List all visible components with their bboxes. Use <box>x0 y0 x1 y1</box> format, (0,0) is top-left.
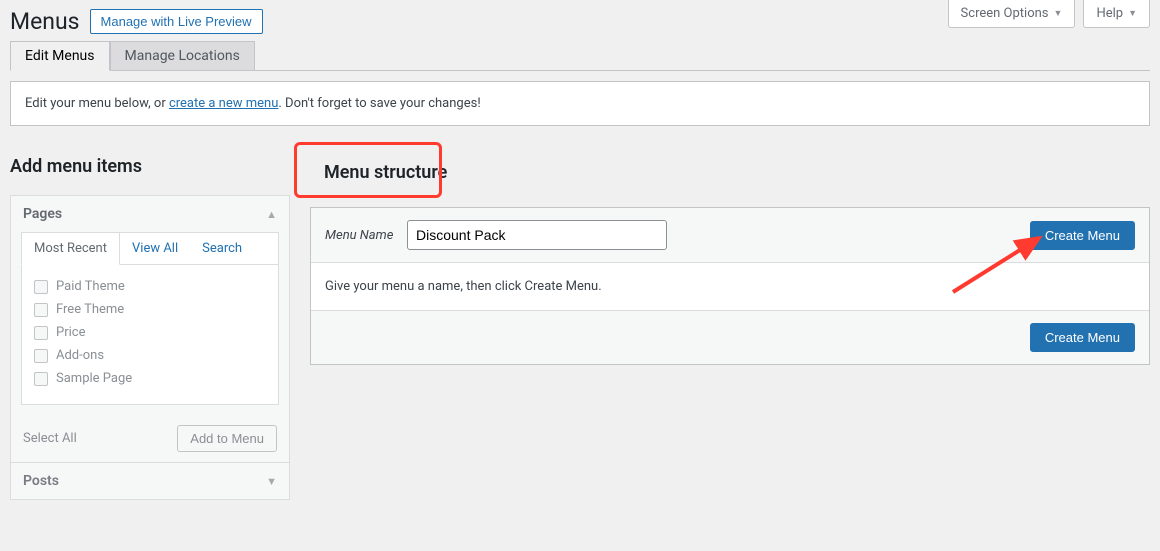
edit-notice: Edit your menu below, or create a new me… <box>10 81 1150 126</box>
list-item[interactable]: Paid Theme <box>34 275 266 298</box>
screen-options-label: Screen Options <box>961 6 1049 21</box>
notice-suffix: . Don't forget to save your changes! <box>278 96 480 111</box>
checkbox[interactable] <box>34 326 48 340</box>
chevron-down-icon: ▼ <box>1128 8 1137 19</box>
menu-structure-heading: Menu structure <box>310 156 1150 189</box>
checkbox[interactable] <box>34 349 48 363</box>
page-item-label: Sample Page <box>56 371 132 386</box>
subtab-view-all[interactable]: View All <box>120 233 190 264</box>
checkbox[interactable] <box>34 372 48 386</box>
posts-metabox-toggle[interactable]: Posts ▼ <box>11 463 289 499</box>
create-new-menu-link[interactable]: create a new menu <box>169 96 278 111</box>
chevron-down-icon: ▼ <box>1054 8 1063 19</box>
posts-metabox: Posts ▼ <box>10 463 290 500</box>
page-item-label: Paid Theme <box>56 279 125 294</box>
checkbox[interactable] <box>34 303 48 317</box>
chevron-up-icon: ▲ <box>266 208 277 221</box>
page-item-label: Add-ons <box>56 348 104 363</box>
checkbox[interactable] <box>34 280 48 294</box>
list-item[interactable]: Free Theme <box>34 298 266 321</box>
pages-metabox-title: Pages <box>23 206 62 222</box>
chevron-down-icon: ▼ <box>266 475 277 488</box>
list-item[interactable]: Sample Page <box>34 367 266 390</box>
add-menu-items-heading: Add menu items <box>10 156 290 177</box>
live-preview-button[interactable]: Manage with Live Preview <box>90 9 263 34</box>
create-menu-button-bottom[interactable]: Create Menu <box>1030 323 1135 352</box>
pages-metabox-toggle[interactable]: Pages ▲ <box>11 196 289 232</box>
select-all-link[interactable]: Select All <box>23 431 77 446</box>
screen-options-tab[interactable]: Screen Options ▼ <box>948 0 1076 28</box>
menu-name-label: Menu Name <box>325 228 407 243</box>
tab-edit-menus[interactable]: Edit Menus <box>10 41 110 71</box>
tab-manage-locations[interactable]: Manage Locations <box>110 41 255 70</box>
create-menu-button-top[interactable]: Create Menu <box>1030 221 1135 250</box>
posts-metabox-title: Posts <box>23 473 59 489</box>
add-to-menu-button[interactable]: Add to Menu <box>177 425 277 452</box>
page-title: Menus <box>10 8 80 35</box>
menu-name-input[interactable] <box>407 220 667 250</box>
menu-instruction: Give your menu a name, then click Create… <box>311 263 1149 311</box>
subtab-search[interactable]: Search <box>190 233 254 264</box>
subtab-most-recent[interactable]: Most Recent <box>21 232 120 265</box>
pages-metabox: Pages ▲ Most Recent View All Search Paid… <box>10 195 290 463</box>
page-item-label: Free Theme <box>56 302 124 317</box>
page-item-label: Price <box>56 325 85 340</box>
list-item[interactable]: Add-ons <box>34 344 266 367</box>
help-tab[interactable]: Help ▼ <box>1083 0 1150 28</box>
help-label: Help <box>1096 6 1123 21</box>
list-item[interactable]: Price <box>34 321 266 344</box>
notice-prefix: Edit your menu below, or <box>25 96 169 111</box>
